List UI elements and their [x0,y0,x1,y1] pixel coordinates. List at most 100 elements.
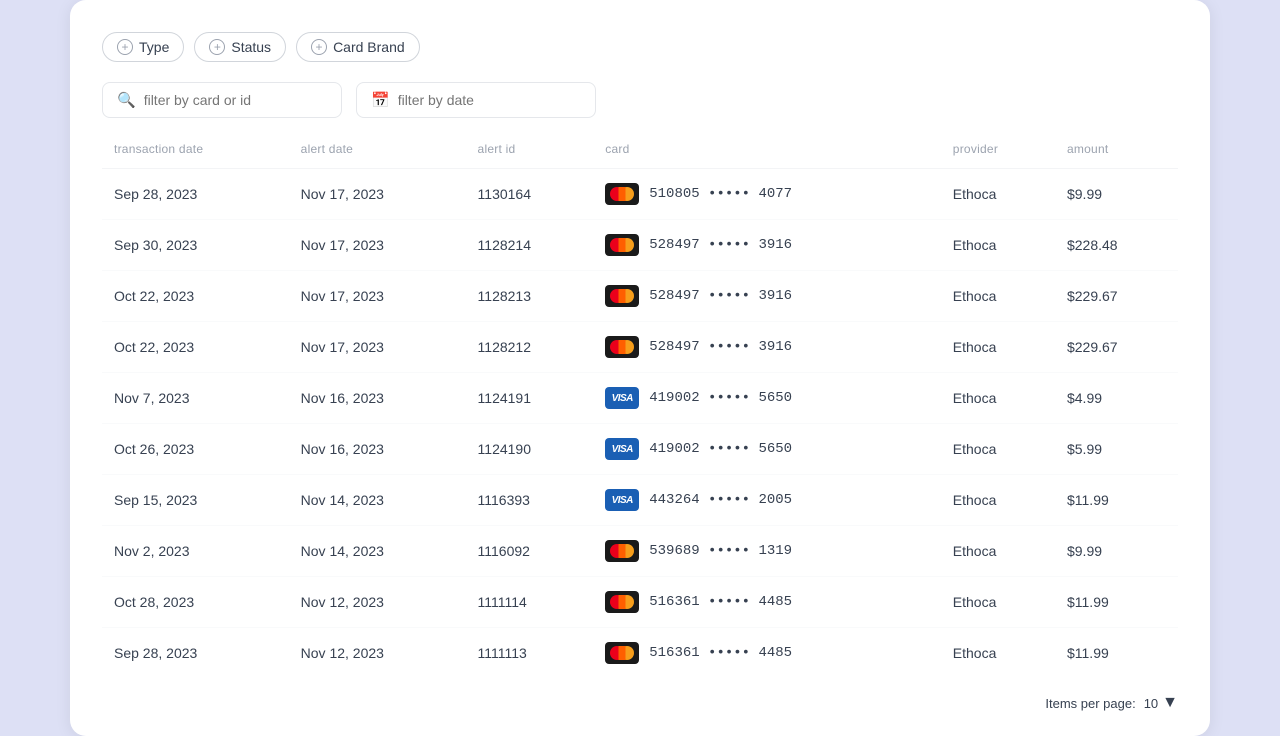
provider-cell: Ethoca [941,169,1055,220]
mastercard-icon [605,234,639,256]
card-cell: 528497 ••••• 3916 [593,271,941,322]
transaction-date-cell: Sep 30, 2023 [102,220,289,271]
card-number: 510805 ••••• 4077 [649,186,792,202]
main-card: + Type + Status + Card Brand 🔍 📅 transac… [70,0,1210,736]
search-row: 🔍 📅 [102,82,1178,118]
transaction-date-cell: Nov 7, 2023 [102,373,289,424]
col-amount: amount [1055,142,1178,169]
card-cell: 528497 ••••• 3916 [593,322,941,373]
provider-cell: Ethoca [941,628,1055,679]
amount-cell: $9.99 [1055,169,1178,220]
type-plus-icon: + [117,39,133,55]
alert-id-cell: 1124191 [466,373,594,424]
transaction-date-cell: Oct 22, 2023 [102,322,289,373]
transaction-date-cell: Oct 28, 2023 [102,577,289,628]
col-alert-date: alert date [289,142,466,169]
alert-id-cell: 1111114 [466,577,594,628]
table-row[interactable]: Oct 26, 2023Nov 16, 20231124190 VISA 41900… [102,424,1178,475]
visa-icon: VISA [605,387,639,409]
mastercard-icon [605,285,639,307]
card-number: 419002 ••••• 5650 [649,441,792,457]
items-per-page-label: Items per page: [1045,696,1135,711]
card-number: 516361 ••••• 4485 [649,645,792,661]
transaction-date-cell: Nov 2, 2023 [102,526,289,577]
card-cell: 528497 ••••• 3916 [593,220,941,271]
items-per-page-select[interactable]: 10 ▼ [1144,694,1178,712]
transaction-date-cell: Sep 28, 2023 [102,169,289,220]
amount-cell: $4.99 [1055,373,1178,424]
card-number: 528497 ••••• 3916 [649,288,792,304]
transactions-table: transaction date alert date alert id car… [102,142,1178,678]
status-filter-button[interactable]: + Status [194,32,286,62]
visa-icon: VISA [605,489,639,511]
table-header-row: transaction date alert date alert id car… [102,142,1178,169]
table-row[interactable]: Sep 15, 2023Nov 14, 20231116393VISA44326… [102,475,1178,526]
provider-cell: Ethoca [941,475,1055,526]
type-filter-label: Type [139,39,169,55]
visa-icon: VISA [605,438,639,460]
card-number: 516361 ••••• 4485 [649,594,792,610]
table-row[interactable]: Oct 28, 2023Nov 12, 20231111114 516361 ••… [102,577,1178,628]
table-row[interactable]: Oct 22, 2023Nov 17, 20231128212 528497 ••… [102,322,1178,373]
card-cell: 539689 ••••• 1319 [593,526,941,577]
col-provider: provider [941,142,1055,169]
card-number: 528497 ••••• 3916 [649,237,792,253]
table-row[interactable]: Nov 7, 2023Nov 16, 20231124191VISA419002… [102,373,1178,424]
alert-date-cell: Nov 12, 2023 [289,577,466,628]
alert-date-cell: Nov 17, 2023 [289,271,466,322]
provider-cell: Ethoca [941,577,1055,628]
table-row[interactable]: Sep 28, 2023Nov 12, 20231111113516361 ••… [102,628,1178,679]
alert-id-cell: 1116092 [466,526,594,577]
card-number: 528497 ••••• 3916 [649,339,792,355]
card-cell: VISA419002 ••••• 5650 [593,373,941,424]
card-brand-plus-icon: + [311,39,327,55]
col-alert-id: alert id [466,142,594,169]
amount-cell: $9.99 [1055,526,1178,577]
mastercard-icon [605,642,639,664]
transaction-date-cell: Oct 22, 2023 [102,271,289,322]
card-number: 443264 ••••• 2005 [649,492,792,508]
filter-buttons-row: + Type + Status + Card Brand [102,32,1178,62]
mastercard-icon [605,540,639,562]
alert-date-cell: Nov 12, 2023 [289,628,466,679]
alert-id-cell: 1116393 [466,475,594,526]
alert-id-cell: 1128212 [466,322,594,373]
alert-id-cell: 1128213 [466,271,594,322]
card-search-input[interactable] [144,92,327,108]
table-body: Sep 28, 2023Nov 17, 20231130164510805 ••… [102,169,1178,679]
amount-cell: $229.67 [1055,271,1178,322]
provider-cell: Ethoca [941,322,1055,373]
items-per-page-value: 10 [1144,696,1158,711]
date-search-wrap: 📅 [356,82,596,118]
provider-cell: Ethoca [941,526,1055,577]
amount-cell: $11.99 [1055,577,1178,628]
table-row[interactable]: Sep 28, 2023Nov 17, 20231130164510805 ••… [102,169,1178,220]
alert-id-cell: 1128214 [466,220,594,271]
table-footer: Items per page: 10 ▼ [102,694,1178,712]
amount-cell: $5.99 [1055,424,1178,475]
provider-cell: Ethoca [941,271,1055,322]
table-row[interactable]: Sep 30, 2023Nov 17, 20231128214528497 ••… [102,220,1178,271]
card-cell: 516361 ••••• 4485 [593,628,941,679]
card-cell: 510805 ••••• 4077 [593,169,941,220]
card-cell: VISA 419002 ••••• 5650 [593,424,941,475]
alert-date-cell: Nov 17, 2023 [289,169,466,220]
calendar-icon: 📅 [371,91,390,109]
col-transaction-date: transaction date [102,142,289,169]
alert-date-cell: Nov 14, 2023 [289,526,466,577]
card-cell: 516361 ••••• 4485 [593,577,941,628]
alert-date-cell: Nov 17, 2023 [289,322,466,373]
transaction-date-cell: Oct 26, 2023 [102,424,289,475]
provider-cell: Ethoca [941,373,1055,424]
alert-date-cell: Nov 16, 2023 [289,424,466,475]
card-brand-filter-button[interactable]: + Card Brand [296,32,420,62]
amount-cell: $229.67 [1055,322,1178,373]
type-filter-button[interactable]: + Type [102,32,184,62]
table-row[interactable]: Oct 22, 2023Nov 17, 20231128213 528497 ••… [102,271,1178,322]
alert-id-cell: 1111113 [466,628,594,679]
provider-cell: Ethoca [941,220,1055,271]
table-row[interactable]: Nov 2, 2023Nov 14, 20231116092539689 •••… [102,526,1178,577]
alert-id-cell: 1124190 [466,424,594,475]
mastercard-icon [605,183,639,205]
date-search-input[interactable] [398,92,581,108]
